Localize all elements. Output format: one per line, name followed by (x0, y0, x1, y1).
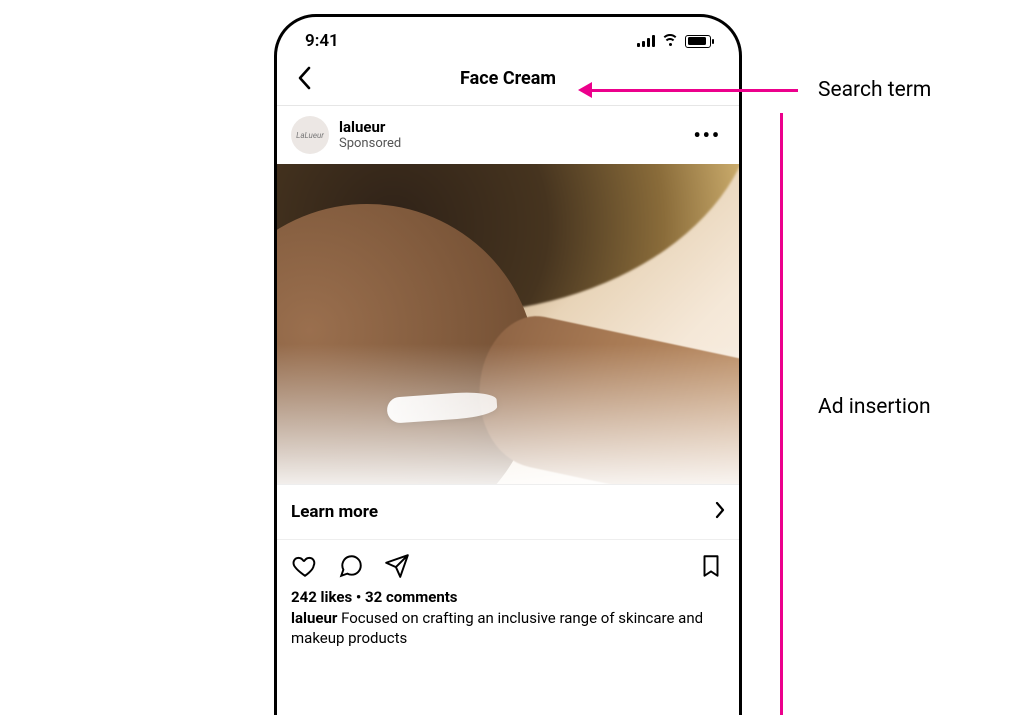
likes-comments-count[interactable]: 242 likes • 32 comments (277, 584, 739, 608)
heart-icon (292, 553, 318, 579)
avatar[interactable]: LaLueur (291, 116, 329, 154)
status-bar: 9:41 (277, 17, 739, 57)
wifi-icon (661, 34, 679, 48)
status-time: 9:41 (305, 31, 339, 51)
status-indicators (637, 34, 711, 48)
back-button[interactable] (291, 65, 317, 91)
comment-icon (338, 553, 364, 579)
annotation-line-ad-insertion (780, 113, 783, 715)
save-button[interactable] (697, 552, 725, 580)
post-image[interactable] (277, 164, 739, 484)
nav-bar: Face Cream (277, 57, 739, 106)
cta-learn-more[interactable]: Learn more (277, 484, 739, 540)
sponsored-label: Sponsored (339, 136, 679, 152)
post-caption: lalueur Focused on crafting an inclusive… (277, 608, 739, 663)
annotation-arrow-search-term (590, 89, 798, 92)
cta-label: Learn more (291, 502, 378, 522)
post-username[interactable]: lalueur (339, 118, 679, 136)
chevron-right-icon (715, 501, 725, 523)
caption-text: Focused on crafting an inclusive range o… (291, 609, 703, 647)
comment-button[interactable] (337, 552, 365, 580)
share-button[interactable] (383, 552, 411, 580)
image-decor (277, 344, 739, 484)
battery-icon (685, 35, 711, 48)
cellular-icon (637, 35, 655, 47)
caption-username[interactable]: lalueur (291, 609, 337, 627)
phone-frame: 9:41 Face Cream LaLueur lalueur Sponsore… (274, 14, 742, 715)
send-icon (384, 553, 410, 579)
bookmark-icon (698, 553, 724, 579)
more-options-button[interactable]: ••• (689, 123, 725, 147)
action-row (277, 540, 739, 584)
annotation-label-search-term: Search term (818, 78, 931, 102)
page-title: Face Cream (277, 68, 739, 89)
post-header: LaLueur lalueur Sponsored ••• (277, 106, 739, 164)
like-button[interactable] (291, 552, 319, 580)
annotation-label-ad-insertion: Ad insertion (818, 395, 931, 419)
chevron-left-icon (297, 66, 311, 90)
